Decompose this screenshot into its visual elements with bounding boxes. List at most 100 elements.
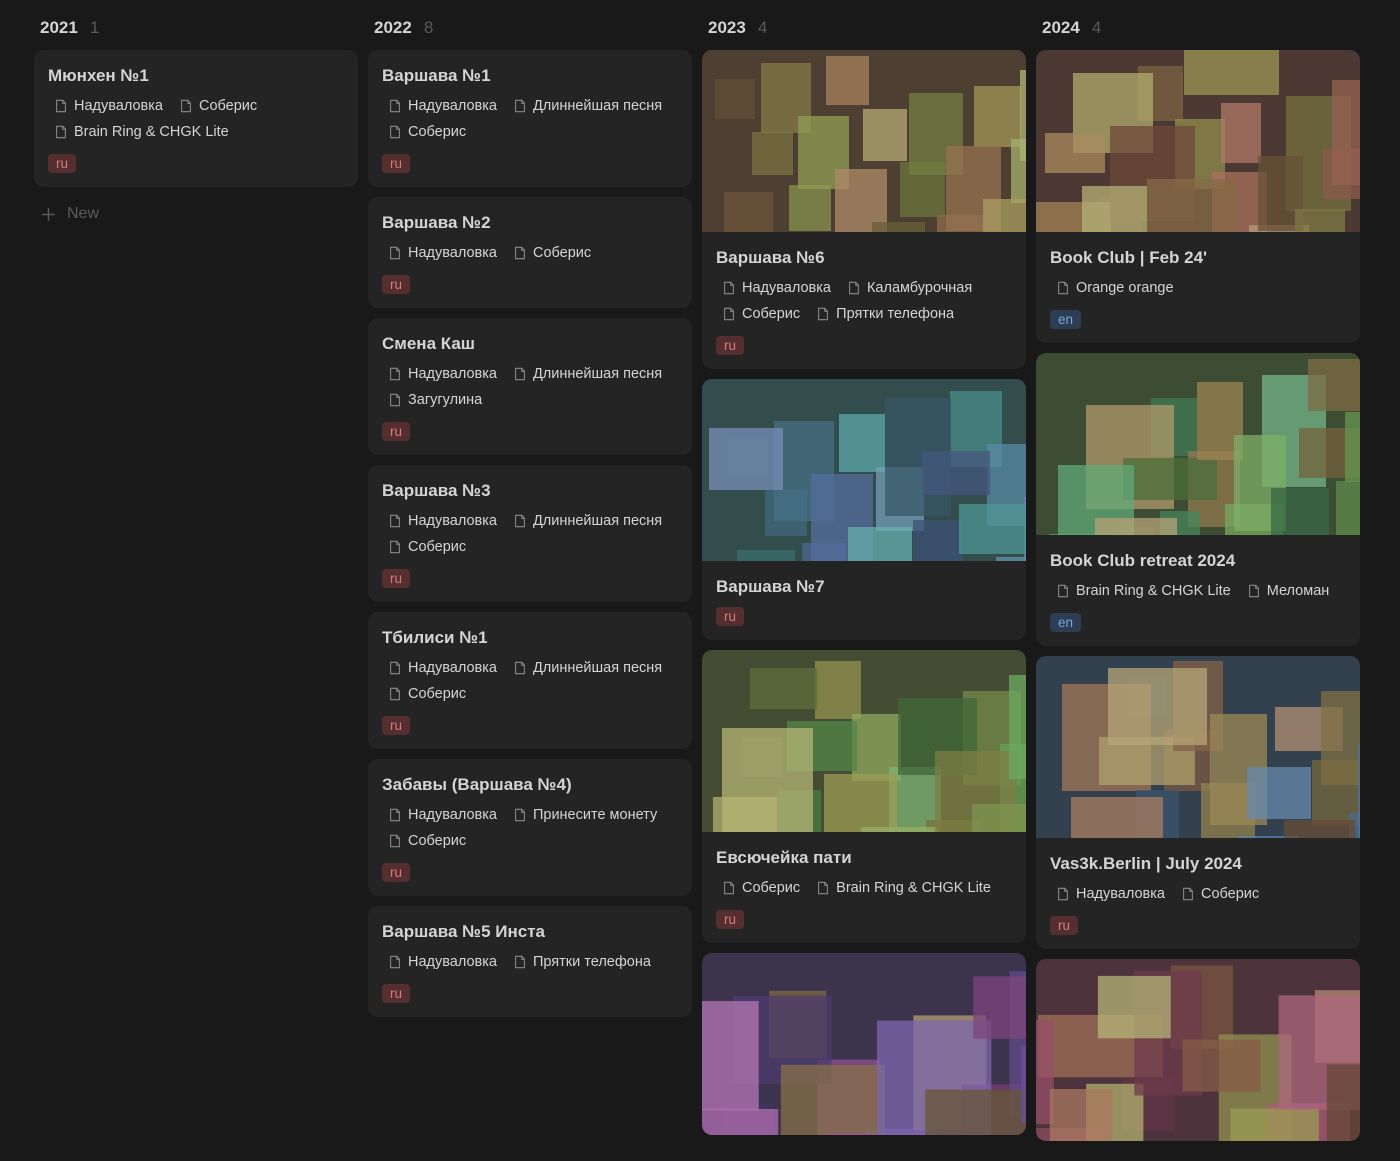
tag[interactable]: Длиннейшая песня xyxy=(507,364,668,384)
card[interactable]: Евсючейка патиСоберисBrain Ring & CHGK L… xyxy=(702,650,1026,943)
column-count: 4 xyxy=(1092,18,1101,38)
tag[interactable]: Соберис xyxy=(173,96,263,116)
tag[interactable]: Brain Ring & CHGK Lite xyxy=(810,878,997,898)
tag[interactable]: Надуваловка xyxy=(382,658,503,678)
column-header[interactable]: 2024 4 xyxy=(1036,10,1360,50)
tag[interactable]: Надуваловка xyxy=(382,952,503,972)
tag-label: Длиннейшая песня xyxy=(533,366,662,382)
tag[interactable]: Меломан xyxy=(1241,581,1336,601)
tag[interactable]: Соберис xyxy=(1175,884,1265,904)
card[interactable] xyxy=(702,953,1026,1135)
card[interactable]: Забавы (Варшава №4) Надуваловка Принесите … xyxy=(368,759,692,896)
tag-label: Соберис xyxy=(742,306,800,322)
page-icon xyxy=(388,392,402,408)
lang-badge[interactable]: ru xyxy=(716,910,744,929)
page-icon xyxy=(513,660,527,676)
page-icon xyxy=(388,660,402,676)
column-header[interactable]: 20228 xyxy=(368,10,692,50)
page-icon xyxy=(513,513,527,529)
year-column: 20244Book Club | Feb 24'Orange orangeenB… xyxy=(1036,10,1360,1151)
tag-label: Прятки телефона xyxy=(533,954,651,970)
lang-badge[interactable]: en xyxy=(1050,613,1081,632)
tag-label: Brain Ring & CHGK Lite xyxy=(74,124,229,140)
tag[interactable]: Соберис xyxy=(382,831,472,851)
card[interactable]: Мюнхен №1НадуваловкаСоберисBrain Ring & … xyxy=(34,50,358,187)
tag[interactable]: Orange orange xyxy=(1050,278,1180,298)
lang-badge[interactable]: ru xyxy=(48,154,76,173)
lang-badge[interactable]: ru xyxy=(716,336,744,355)
tag[interactable]: Соберис xyxy=(716,878,806,898)
tag[interactable]: Надуваловка xyxy=(716,278,837,298)
page-icon xyxy=(388,807,402,823)
column-year: 2024 xyxy=(1042,18,1080,38)
tag-label: Надуваловка xyxy=(408,366,497,382)
tag-label: Соберис xyxy=(408,124,466,140)
tag-label: Надуваловка xyxy=(74,98,163,114)
tag[interactable]: Надуваловка xyxy=(382,364,503,384)
new-label: New xyxy=(67,205,99,223)
page-icon xyxy=(388,124,402,140)
tag[interactable]: Прятки телефона xyxy=(507,952,657,972)
card[interactable]: Варшава №5 ИнстаНадуваловкаПрятки телефо… xyxy=(368,906,692,1017)
card[interactable]: Варшава №3НадуваловкаДлиннейшая песняСоб… xyxy=(368,465,692,602)
page-icon xyxy=(1247,583,1261,599)
lang-badge[interactable]: ru xyxy=(382,154,410,173)
year-column: 20211Мюнхен №1НадуваловкаСоберисBrain Ri… xyxy=(34,10,358,1151)
card[interactable]: Варшава №6НадуваловкаКаламбурочнаяСобери… xyxy=(702,50,1026,369)
column-header[interactable]: 20234 xyxy=(702,10,1026,50)
tag[interactable]: Соберис xyxy=(507,243,597,263)
lang-badge[interactable]: ru xyxy=(382,984,410,1003)
card[interactable]: Варшава №1 Надуваловка Длиннейшая песня Соб… xyxy=(368,50,692,187)
column-header[interactable]: 20211 xyxy=(34,10,358,50)
tag[interactable]: Brain Ring & CHGK Lite xyxy=(48,122,235,142)
tag[interactable]: Длиннейшая песня xyxy=(507,658,668,678)
tag[interactable]: Загугулина xyxy=(382,390,488,410)
tag[interactable]: Соберис xyxy=(382,122,472,142)
lang-badge[interactable]: ru xyxy=(382,569,410,588)
tag[interactable]: Надуваловка xyxy=(1050,884,1171,904)
page-icon xyxy=(54,124,68,140)
card[interactable]: Варшава №2НадуваловкаСоберисru xyxy=(368,197,692,308)
lang-badge[interactable]: ru xyxy=(1050,916,1078,935)
lang-badge[interactable]: ru xyxy=(382,716,410,735)
tag[interactable]: Соберис xyxy=(382,537,472,557)
lang-badge[interactable]: ru xyxy=(382,863,410,882)
tag-label: Принесите монету xyxy=(533,807,657,823)
tag[interactable]: Принесите монету xyxy=(507,805,663,825)
card[interactable] xyxy=(1036,959,1360,1141)
tag[interactable]: Надуваловка xyxy=(382,243,503,263)
lang-badge[interactable]: ru xyxy=(716,607,744,626)
card[interactable]: Тбилиси №1НадуваловкаДлиннейшая песняСоб… xyxy=(368,612,692,749)
tag-label: Соберис xyxy=(199,98,257,114)
new-button[interactable]: New xyxy=(34,197,358,231)
tag[interactable]: Brain Ring & CHGK Lite xyxy=(1050,581,1237,601)
tag[interactable]: Надуваловка xyxy=(382,511,503,531)
lang-badge[interactable]: ru xyxy=(382,275,410,294)
card[interactable]: Варшава №7ru xyxy=(702,379,1026,640)
page-icon xyxy=(722,306,736,322)
tag[interactable]: Каламбурочная xyxy=(841,278,978,298)
lang-badge[interactable]: en xyxy=(1050,310,1081,329)
card[interactable]: Vas3k.Berlin | July 2024НадуваловкаСобер… xyxy=(1036,656,1360,949)
tag[interactable]: Надуваловка xyxy=(48,96,169,116)
tag[interactable]: Соберис xyxy=(716,304,806,324)
page-icon xyxy=(388,98,402,114)
tag[interactable]: Длиннейшая песня xyxy=(507,511,668,531)
tag[interactable]: Прятки телефона xyxy=(810,304,960,324)
lang-badge[interactable]: ru xyxy=(382,422,410,441)
tag[interactable]: Длиннейшая песня xyxy=(507,96,668,116)
page-icon xyxy=(388,245,402,261)
card-tags: Надуваловка Длиннейшая песня Загугулина xyxy=(382,364,678,410)
card[interactable]: Book Club | Feb 24'Orange orangeen xyxy=(1036,50,1360,343)
tag[interactable]: Надуваловка xyxy=(382,805,503,825)
card-title: Варшава №1 xyxy=(382,66,678,86)
tag-label: Надуваловка xyxy=(408,98,497,114)
card[interactable]: Book Club retreat 2024Brain Ring & CHGK … xyxy=(1036,353,1360,646)
card-title: Забавы (Варшава №4) xyxy=(382,775,678,795)
tag-label: Надуваловка xyxy=(408,513,497,529)
tag[interactable]: Соберис xyxy=(382,684,472,704)
card[interactable]: Смена КашНадуваловкаДлиннейшая песняЗагу… xyxy=(368,318,692,455)
tag-label: Brain Ring & CHGK Lite xyxy=(1076,583,1231,599)
card-tags: СоберисBrain Ring & CHGK Lite xyxy=(716,878,1012,898)
tag[interactable]: Надуваловка xyxy=(382,96,503,116)
